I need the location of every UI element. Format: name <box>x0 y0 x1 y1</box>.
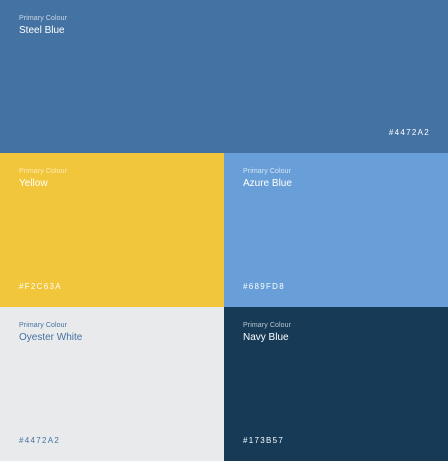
swatch-label: Primary Colour <box>243 322 292 329</box>
swatch-hex-code: #173B57 <box>243 436 285 445</box>
swatch-navy-blue: Primary Colour Navy Blue #173B57 <box>224 307 448 461</box>
swatch-name: Steel Blue <box>19 25 65 36</box>
swatch-steel-blue: Primary Colour Steel Blue #4472A2 <box>0 0 448 153</box>
swatch-label: Primary Colour <box>19 168 68 175</box>
colour-palette: Primary Colour Steel Blue #4472A2 Primar… <box>0 0 448 461</box>
swatch-hex-code: #689FD8 <box>243 282 286 291</box>
swatch-name: Azure Blue <box>243 178 292 189</box>
swatch-oyester-white: Primary Colour Oyester White #4472A2 <box>0 307 224 461</box>
swatch-azure-blue: Primary Colour Azure Blue #689FD8 <box>224 153 448 307</box>
swatch-label: Primary Colour <box>243 168 292 175</box>
swatch-name: Oyester White <box>19 332 83 343</box>
swatch-label: Primary Colour <box>19 322 68 329</box>
swatch-hex-code: #F2C63A <box>19 282 62 291</box>
swatch-yellow: Primary Colour Yellow #F2C63A <box>0 153 224 307</box>
swatch-hex-code: #4472A2 <box>19 436 61 445</box>
swatch-label: Primary Colour <box>19 15 68 22</box>
swatch-name: Navy Blue <box>243 332 289 343</box>
swatch-name: Yellow <box>19 178 48 189</box>
swatch-hex-code: #4472A2 <box>388 128 430 137</box>
